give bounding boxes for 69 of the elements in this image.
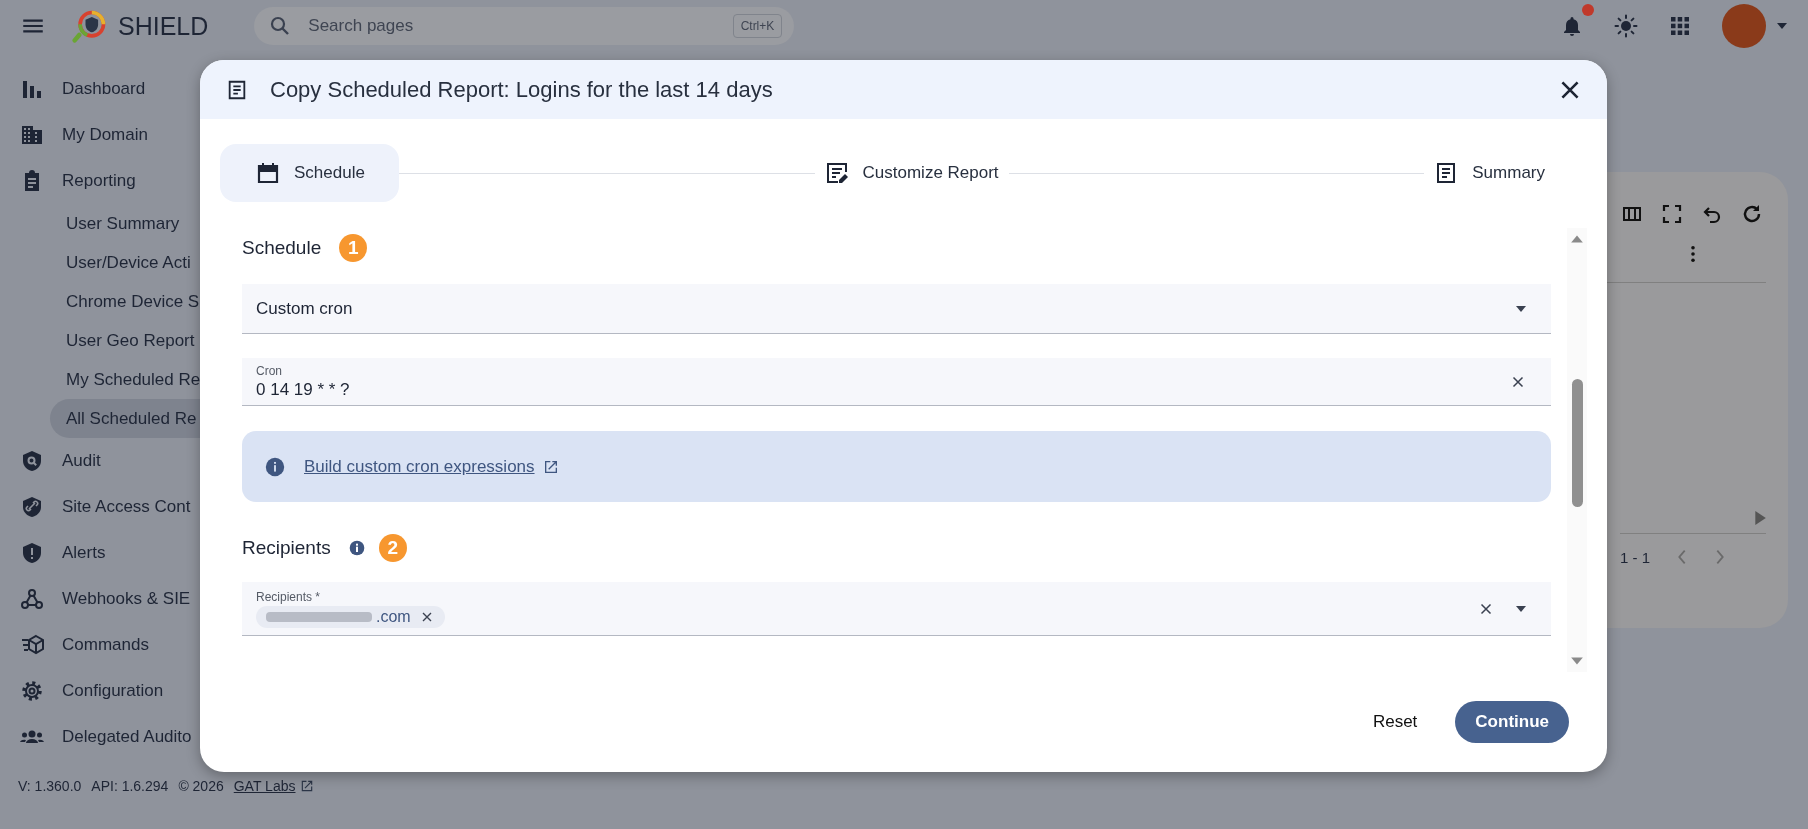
- search-bar[interactable]: Search pages Ctrl+K: [254, 7, 795, 45]
- more-icon[interactable]: [1690, 245, 1696, 263]
- caret-icon[interactable]: [1776, 22, 1788, 30]
- nav-item[interactable]: My Domain: [0, 112, 200, 158]
- scroll-down-icon[interactable]: [1570, 656, 1584, 666]
- shield-alert-icon: [20, 541, 44, 565]
- fullscreen-icon[interactable]: [1660, 202, 1684, 226]
- shortcut-hint: Ctrl+K: [732, 14, 783, 38]
- external-link-icon[interactable]: [542, 458, 559, 475]
- nav-item[interactable]: Alerts: [0, 530, 200, 576]
- logo-icon: [72, 8, 108, 44]
- reset-button[interactable]: Reset: [1356, 702, 1434, 742]
- scroll-up-icon[interactable]: [1570, 234, 1584, 244]
- section-heading: Recipients: [242, 537, 331, 559]
- company-link[interactable]: GAT Labs: [233, 778, 296, 794]
- pagination-text: 1 - 1: [1620, 548, 1650, 566]
- schedule-select[interactable]: Custom cron: [242, 284, 1551, 334]
- shield-link-icon: [20, 495, 44, 519]
- webhook-icon: [20, 587, 44, 611]
- dialog-title: Copy Scheduled Report: Logins for the last 14 days: [270, 76, 773, 103]
- nav-item[interactable]: Configuration: [0, 668, 200, 714]
- step-number-badge: 2: [378, 534, 407, 562]
- step-number-badge: 1: [339, 234, 368, 262]
- nav-subitem[interactable]: My Scheduled Re: [0, 360, 200, 399]
- copyright-text: © 2026: [178, 778, 224, 794]
- nav-item[interactable]: Audit: [0, 438, 200, 484]
- sun-icon[interactable]: [1614, 14, 1638, 38]
- dropdown-caret-icon: [1515, 304, 1527, 313]
- nav-item[interactable]: Commands: [0, 622, 200, 668]
- nav-item[interactable]: Dashboard: [0, 66, 200, 112]
- gear-icon: [20, 679, 44, 703]
- building-icon: [20, 123, 44, 147]
- nav-subitem[interactable]: All Scheduled Re: [50, 399, 200, 438]
- nav-item[interactable]: Webhooks & SIE: [0, 576, 200, 622]
- external-link-icon[interactable]: [300, 779, 315, 793]
- nav-subitem[interactable]: Chrome Device S: [0, 282, 200, 321]
- scroll-right-icon[interactable]: [1754, 511, 1766, 525]
- dropdown-caret-icon[interactable]: [1515, 604, 1527, 613]
- search-input[interactable]: Search pages: [306, 15, 719, 37]
- info-icon: [264, 455, 286, 478]
- brand-name: SHIELD: [118, 11, 209, 41]
- stepper-step[interactable]: Summary: [1424, 144, 1555, 202]
- info-icon[interactable]: [348, 540, 365, 556]
- recipient-chip[interactable]: .com: [256, 605, 445, 628]
- commands-icon: [20, 633, 44, 657]
- cron-field[interactable]: Cron 0 14 19 * * ?: [242, 358, 1551, 406]
- shield-search-icon: [20, 449, 44, 473]
- stepper-step[interactable]: Schedule: [220, 144, 399, 202]
- scrollbar[interactable]: [1567, 228, 1587, 672]
- continue-button[interactable]: Continue: [1455, 701, 1569, 743]
- document-icon: [226, 78, 248, 101]
- nav-item[interactable]: Site Access Cont: [0, 484, 200, 530]
- help-link[interactable]: Build custom cron expressions: [304, 456, 535, 477]
- version-text: V: 1.360.0: [18, 778, 82, 794]
- nav-item[interactable]: Reporting: [0, 158, 200, 204]
- apps-grid-icon[interactable]: [1668, 14, 1692, 38]
- api-version-text: API: 1.6.294: [91, 778, 169, 794]
- nav-subitem[interactable]: User Summary: [0, 204, 200, 243]
- chip-text: .com: [376, 607, 411, 626]
- scroll-thumb[interactable]: [1571, 379, 1583, 507]
- edit-document-icon: [824, 161, 849, 185]
- nav-subitem[interactable]: User Geo Report: [0, 321, 200, 360]
- calendar-icon: [256, 161, 280, 185]
- recipients-field[interactable]: Recipients * .com: [242, 582, 1551, 636]
- stepper-step[interactable]: Customize Report: [814, 144, 1009, 202]
- avatar[interactable]: [1722, 4, 1766, 48]
- nav-subitem[interactable]: User/Device Acti: [0, 243, 200, 282]
- section-heading: Schedule: [242, 237, 322, 259]
- nav-item[interactable]: Delegated Audito: [0, 714, 200, 760]
